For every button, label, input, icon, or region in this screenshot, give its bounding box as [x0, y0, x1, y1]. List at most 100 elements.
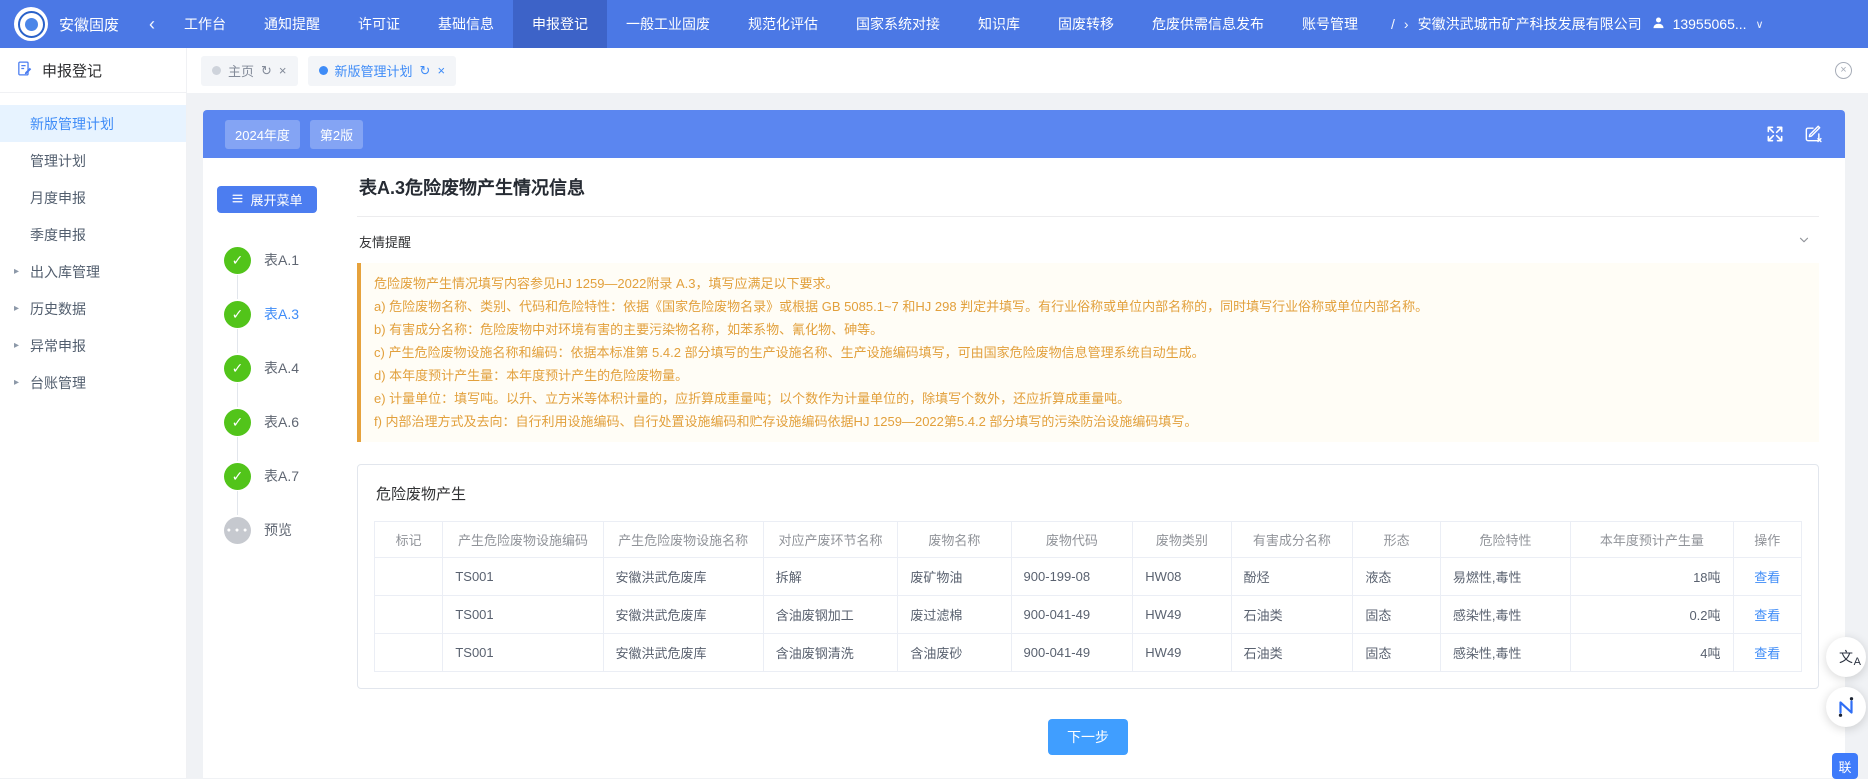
user-icon	[1651, 15, 1666, 33]
sidebar-item-5[interactable]: ▸ 出入库管理	[0, 253, 186, 290]
sidebar-item-1[interactable]: 新版管理计划	[0, 105, 186, 142]
step-4[interactable]: ✓表A.6	[224, 395, 343, 449]
refresh-icon[interactable]: ↻	[261, 64, 272, 77]
sidebar: 申报登记 新版管理计划管理计划月度申报季度申报▸出入库管理▸历史数据▸异常申报▸…	[0, 48, 187, 778]
edit-cancel-icon[interactable]	[1803, 124, 1823, 144]
nav-item-10[interactable]: 固废转移	[1039, 0, 1133, 48]
nav-item-2[interactable]: 通知提醒	[245, 0, 339, 48]
tab-2[interactable]: 新版管理计划↻×	[308, 56, 457, 86]
view-link[interactable]: 查看	[1754, 646, 1780, 661]
cell-r2-c1	[375, 596, 443, 634]
sidebar-item-7[interactable]: ▸异常申报	[0, 327, 186, 364]
chevron-down-icon: ∨	[1756, 18, 1764, 31]
cell-r2-c4: 含油废钢加工	[763, 596, 898, 634]
nav-item-11[interactable]: 危废供需信息发布	[1133, 0, 1283, 48]
close-icon[interactable]: ×	[437, 64, 445, 77]
top-nav: 安徽固废 ‹ 工作台通知提醒许可证基础信息申报登记一般工业固废规范化评估国家系统…	[0, 0, 1868, 48]
cell-r2-c9: 固态	[1353, 596, 1441, 634]
tab-list: 主页↻×新版管理计划↻×	[201, 56, 456, 86]
caret-right-icon: ▸	[14, 266, 19, 277]
col-header-10: 危险特性	[1440, 522, 1570, 558]
sidebar-item-label: 历史数据	[30, 299, 86, 319]
view-link[interactable]: 查看	[1754, 608, 1780, 623]
sidebar-item-6[interactable]: ▸ 历史数据	[0, 290, 186, 327]
cell-r1-c7: HW08	[1133, 558, 1231, 596]
chevron-down-icon[interactable]	[1797, 233, 1811, 250]
cell-r2-c7: HW49	[1133, 596, 1231, 634]
sidebar-item-3[interactable]: 月度申报	[0, 179, 186, 216]
sidebar-header: 申报登记	[0, 48, 186, 93]
sidebar-item-label: 台账管理	[30, 373, 86, 393]
reminder-box: 危险废物产生情况填写内容参见HJ 1259—2022附录 A.3，填写应满足以下…	[357, 263, 1819, 442]
step-label: 表A.4	[264, 358, 299, 378]
cell-r2-c3: 安徽洪武危废库	[603, 596, 763, 634]
caret-right-icon: ▸	[14, 377, 19, 388]
step-2[interactable]: ✓表A.3	[224, 287, 343, 341]
cell-r3-c9: 固态	[1353, 634, 1441, 672]
nav-overflow-chevron-icon[interactable]: ›	[1404, 16, 1409, 32]
step-5[interactable]: ✓表A.7	[224, 449, 343, 503]
step-3[interactable]: ✓表A.4	[224, 341, 343, 395]
fullscreen-icon[interactable]	[1765, 124, 1785, 144]
cell-r3-c6: 900-041-49	[1011, 634, 1133, 672]
user-phone: 13955065...	[1673, 16, 1747, 32]
cell-r1-c4: 拆解	[763, 558, 898, 596]
step-6[interactable]: ● ● ●预览	[224, 503, 343, 557]
nav-item-3[interactable]: 许可证	[339, 0, 419, 48]
page-title: 表A.3危险废物产生情况信息	[359, 174, 1819, 200]
col-header-4: 对应产废环节名称	[763, 522, 898, 558]
step-label: 表A.1	[264, 250, 299, 270]
col-header-1: 标记	[375, 522, 443, 558]
nav-item-7[interactable]: 规范化评估	[729, 0, 837, 48]
user-account-dropdown[interactable]: 13955065... ∨	[1651, 15, 1764, 33]
nav-collapse-icon[interactable]: ‹	[149, 15, 155, 33]
lian-badge[interactable]: 联	[1832, 753, 1858, 779]
cell-r2-c2: TS001	[443, 596, 603, 634]
form-area: 表A.3危险废物产生情况信息 友情提醒 危险废物产生情况填写内容参见HJ 125…	[343, 158, 1845, 778]
col-header-8: 有害成分名称	[1231, 522, 1353, 558]
cell-r2-c6: 900-041-49	[1011, 596, 1133, 634]
table-body: TS001安徽洪武危废库拆解废矿物油900-199-08HW08酚烃液态易燃性,…	[375, 558, 1802, 672]
refresh-icon[interactable]: ↻	[420, 64, 431, 77]
nav-item-12[interactable]: 账号管理	[1283, 0, 1377, 48]
translate-icon[interactable]: 文A	[1826, 637, 1866, 677]
col-header-7: 废物类别	[1133, 522, 1231, 558]
waste-section: 危险废物产生 标记产生危险废物设施编码产生危险废物设施名称对应产废环节名称废物名…	[357, 464, 1819, 689]
nav-item-6[interactable]: 一般工业固废	[607, 0, 729, 48]
nav-item-1[interactable]: 工作台	[165, 0, 245, 48]
cell-r3-c7: HW49	[1133, 634, 1231, 672]
col-header-3: 产生危险废物设施名称	[603, 522, 763, 558]
sidebar-item-4[interactable]: 季度申报	[0, 216, 186, 253]
cell-r3-c1	[375, 634, 443, 672]
cell-r3-c3: 安徽洪武危废库	[603, 634, 763, 672]
next-step-button[interactable]: 下一步	[1048, 719, 1128, 755]
cell-r1-c12: 查看	[1733, 558, 1801, 596]
reminder-toggle[interactable]: 友情提醒	[357, 217, 1819, 263]
expand-menu-button[interactable]: 展开菜单	[217, 186, 317, 213]
graph-network-icon[interactable]	[1826, 687, 1866, 727]
sidebar-item-8[interactable]: ▸ 台账管理	[0, 364, 186, 401]
nav-item-8[interactable]: 国家系统对接	[837, 0, 959, 48]
tab-1[interactable]: 主页↻×	[201, 56, 298, 86]
cell-r2-c12: 查看	[1733, 596, 1801, 634]
cell-r1-c6: 900-199-08	[1011, 558, 1133, 596]
step-1[interactable]: ✓表A.1	[224, 233, 343, 287]
nav-overflow-slash-icon[interactable]: /	[1391, 16, 1395, 32]
sidebar-item-2[interactable]: 管理计划	[0, 142, 186, 179]
view-link[interactable]: 查看	[1754, 570, 1780, 585]
reminder-line-6: e) 计量单位：填写吨。以升、立方米等体积计量的，应折算成重量吨；以个数作为计量…	[374, 387, 1806, 410]
close-icon[interactable]: ×	[279, 64, 287, 77]
version-badge-1: 2024年度	[225, 120, 300, 149]
cell-r3-c2: TS001	[443, 634, 603, 672]
close-circle-icon[interactable]: ×	[1835, 62, 1852, 79]
cell-r1-c11: 18吨	[1571, 558, 1733, 596]
cell-r1-c2: TS001	[443, 558, 603, 596]
caret-right-icon: ▸	[14, 303, 19, 314]
nav-item-9[interactable]: 知识库	[959, 0, 1039, 48]
cell-r3-c12: 查看	[1733, 634, 1801, 672]
sidebar-item-label: 出入库管理	[30, 262, 100, 282]
step-list: ✓表A.1✓表A.3✓表A.4✓表A.6✓表A.7● ● ●预览	[224, 233, 343, 557]
brand-name: 安徽固废	[59, 14, 119, 35]
nav-item-5[interactable]: 申报登记	[513, 0, 607, 48]
nav-item-4[interactable]: 基础信息	[419, 0, 513, 48]
